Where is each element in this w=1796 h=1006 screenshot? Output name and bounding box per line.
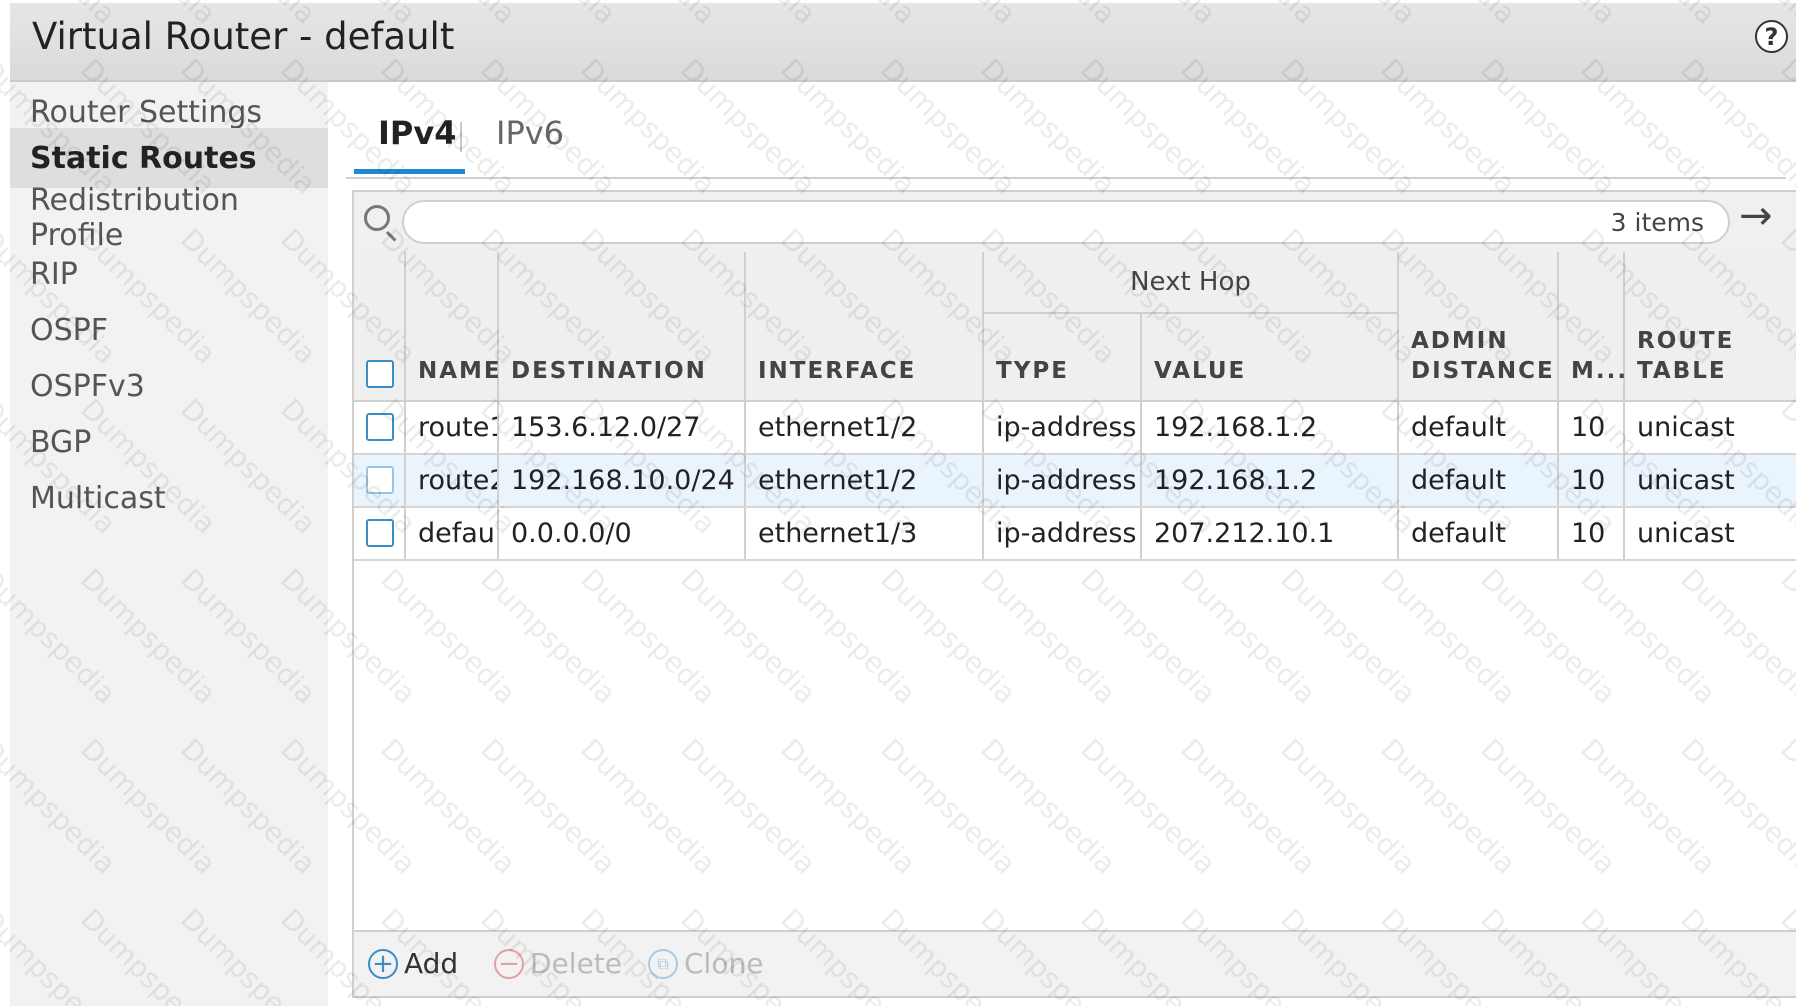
tab-ipv6[interactable]: IPv6 <box>496 114 564 152</box>
sidebar-item-label: BGP <box>30 424 92 460</box>
sidebar-item-label: OSPFv3 <box>30 368 145 404</box>
active-tab-indicator <box>354 169 465 174</box>
items-count: 3 items <box>1610 208 1704 237</box>
cell-name[interactable]: route1 <box>406 402 499 453</box>
static-routes-panel: 3 items → NAME DESTINATION INTERFACE Nex… <box>352 190 1796 998</box>
clone-button-label: Clone <box>684 947 764 980</box>
sidebar-item-static-routes[interactable]: Static Routes <box>10 128 328 188</box>
delete-button[interactable]: − Delete <box>494 947 622 980</box>
cell-metric: 10 <box>1559 402 1625 453</box>
sidebar-item-redistribution-profile[interactable]: Redistribution Profile <box>10 183 328 253</box>
row-select-cell <box>354 402 406 453</box>
cell-admin-distance: default <box>1399 402 1559 453</box>
arrow-right-icon[interactable]: → <box>1739 196 1773 236</box>
column-header-metric[interactable]: M... <box>1559 252 1626 402</box>
cell-nexthop-value: 192.168.1.2 <box>1142 455 1399 506</box>
row-checkbox[interactable] <box>366 413 394 441</box>
cell-interface: ethernet1/2 <box>746 402 984 453</box>
sidebar-item-label: Router Settings <box>30 94 263 130</box>
column-header-value[interactable]: VALUE <box>1142 314 1399 402</box>
cell-route-table: unicast <box>1637 465 1735 496</box>
dialog-titlebar: Virtual Router - default ? <box>10 3 1796 82</box>
row-select-cell <box>354 508 406 559</box>
column-group-next-hop: Next Hop <box>984 252 1399 314</box>
cell-metric: 10 <box>1559 455 1625 506</box>
cell-metric: 10 <box>1559 508 1625 559</box>
row-checkbox[interactable] <box>366 466 394 494</box>
clone-icon: ⧉ <box>648 948 678 979</box>
cell-route-table: unicast <box>1637 412 1735 443</box>
cell-destination: 0.0.0.0/0 <box>499 508 746 559</box>
cell-destination: 153.6.12.0/27 <box>499 402 746 453</box>
column-header-type[interactable]: TYPE <box>984 314 1142 402</box>
dialog-title: Virtual Router - default <box>32 15 455 58</box>
sidebar-item-label: Multicast <box>30 480 166 516</box>
sidebar: Router Settings Static Routes Redistribu… <box>10 82 328 1006</box>
sidebar-item-label: OSPF <box>30 312 109 348</box>
sidebar-item-label: Static Routes <box>30 140 257 176</box>
delete-button-label: Delete <box>530 947 622 980</box>
tab-separator <box>460 122 462 152</box>
sidebar-item-label: Redistribution Profile <box>30 183 239 253</box>
add-button-label: Add <box>404 947 459 980</box>
cell-interface: ethernet1/2 <box>746 455 984 506</box>
cell-nexthop-type: ip-address <box>984 402 1142 453</box>
sidebar-item-bgp[interactable]: BGP <box>10 412 328 472</box>
table-row[interactable]: default 0.0.0.0/0 ethernet1/3 ip-address… <box>354 508 1796 561</box>
cell-route-table: unicast <box>1637 518 1735 549</box>
search-input[interactable]: 3 items <box>402 200 1730 244</box>
clone-button[interactable]: ⧉ Clone <box>648 947 763 980</box>
add-button[interactable]: + Add <box>368 947 458 980</box>
cell-nexthop-value: 192.168.1.2 <box>1142 402 1399 453</box>
search-icon <box>364 205 390 231</box>
row-checkbox[interactable] <box>366 519 394 547</box>
help-icon[interactable]: ? <box>1755 20 1788 53</box>
minus-circle-icon: − <box>494 948 524 979</box>
cell-nexthop-type: ip-address <box>984 508 1142 559</box>
cell-admin-distance: default <box>1399 455 1559 506</box>
sidebar-item-ospfv3[interactable]: OSPFv3 <box>10 356 328 416</box>
column-header-destination[interactable]: DESTINATION <box>499 252 746 402</box>
cell-name[interactable]: route2 <box>406 455 499 506</box>
cell-nexthop-value: 207.212.10.1 <box>1142 508 1399 559</box>
select-all-checkbox[interactable] <box>366 360 394 388</box>
cell-destination: 192.168.10.0/24 <box>499 455 746 506</box>
cell-name[interactable]: default <box>406 508 499 559</box>
cell-interface: ethernet1/3 <box>746 508 984 559</box>
sidebar-item-multicast[interactable]: Multicast <box>10 468 328 528</box>
grid-toolbar: + Add − Delete ⧉ Clone <box>354 930 1796 996</box>
cell-admin-distance: default <box>1399 508 1559 559</box>
sidebar-item-label: RIP <box>30 256 78 292</box>
sidebar-item-ospf[interactable]: OSPF <box>10 300 328 360</box>
column-header-interface[interactable]: INTERFACE <box>746 252 984 402</box>
sidebar-item-rip[interactable]: RIP <box>10 244 328 304</box>
cell-nexthop-type: ip-address <box>984 455 1142 506</box>
search-bar: 3 items → <box>354 192 1796 254</box>
column-header-admin-distance[interactable]: ADMIN DISTANCE <box>1399 252 1559 402</box>
tab-ipv4[interactable]: IPv4 <box>378 114 456 152</box>
column-header-name[interactable]: NAME <box>406 252 500 402</box>
table-row[interactable]: route2 192.168.10.0/24 ethernet1/2 ip-ad… <box>354 455 1796 508</box>
plus-circle-icon: + <box>368 948 398 979</box>
header-select-all-cell <box>354 252 406 402</box>
column-header-route-table[interactable]: ROUTE TABLE <box>1625 252 1796 402</box>
row-select-cell <box>354 455 406 506</box>
protocol-tabs: IPv4 IPv6 <box>346 90 1786 179</box>
table-row[interactable]: route1 153.6.12.0/27 ethernet1/2 ip-addr… <box>354 402 1796 455</box>
